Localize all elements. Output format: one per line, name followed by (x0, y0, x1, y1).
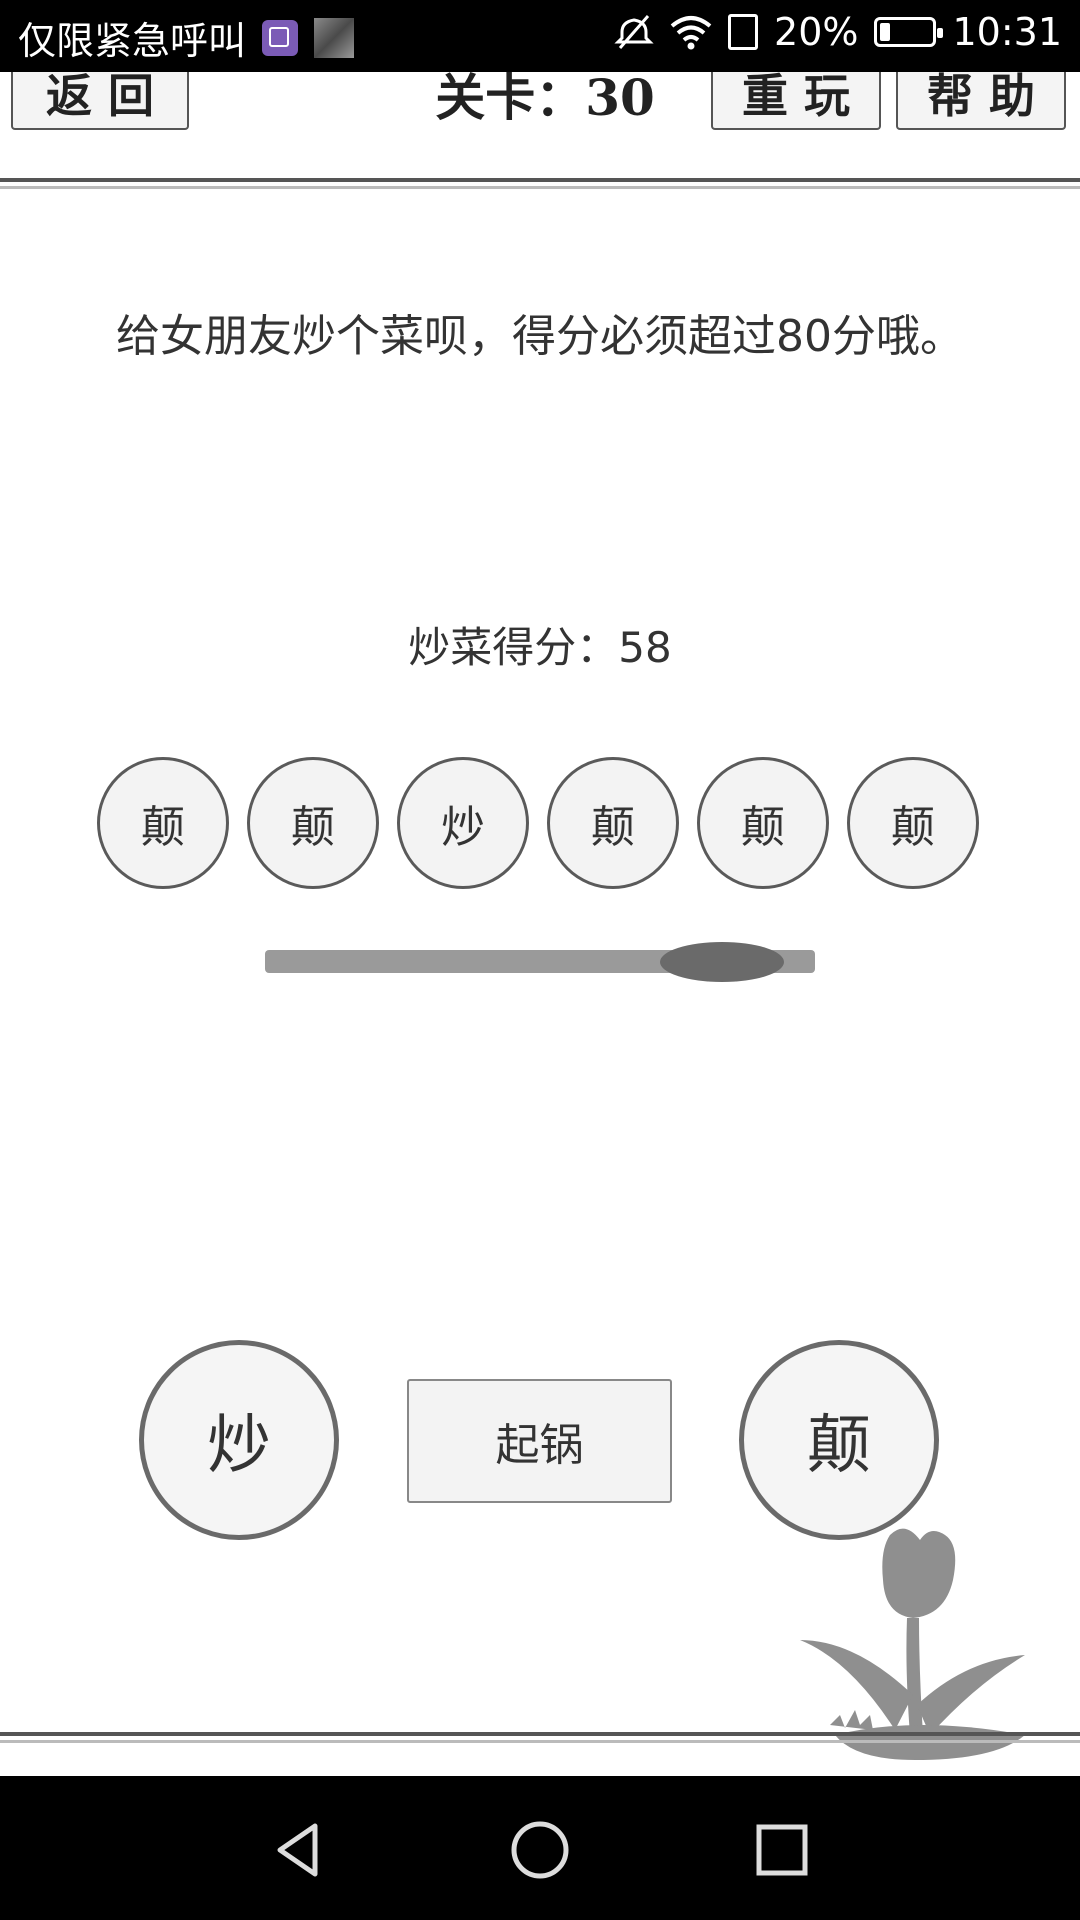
game-header: 返 回 关卡：30 重 玩 帮 助 (0, 72, 1080, 182)
header-divider-shadow (0, 186, 1080, 189)
heat-slider-thumb[interactable] (659, 942, 784, 982)
heat-slider-track (265, 942, 815, 982)
back-nav-icon[interactable] (270, 1820, 330, 1880)
action-sequence: 颠 颠 炒 颠 颠 颠 (97, 757, 983, 892)
gallery-notification-icon (262, 19, 299, 56)
replay-button[interactable]: 重 玩 (711, 72, 881, 130)
battery-percent: 20% (774, 10, 859, 54)
sequence-step: 颠 (697, 757, 829, 889)
sequence-step: 炒 (397, 757, 529, 889)
status-bar: 仅限紧急呼叫 20% 10:31 (0, 0, 1080, 72)
score-value: 58 (618, 623, 672, 672)
system-nav-bar (0, 1776, 1080, 1920)
recents-nav-icon[interactable] (752, 1820, 812, 1880)
sequence-step: 颠 (97, 757, 229, 889)
back-button[interactable]: 返 回 (11, 72, 189, 130)
footer-divider-shadow (0, 1740, 1080, 1743)
help-button[interactable]: 帮 助 (896, 72, 1066, 130)
tulip-icon (800, 1528, 1025, 1760)
sequence-step: 颠 (847, 757, 979, 889)
header-divider (0, 178, 1080, 182)
sequence-step: 颠 (247, 757, 379, 889)
battery-icon (874, 17, 944, 47)
battery-fill (880, 23, 891, 41)
sequence-step: 颠 (547, 757, 679, 889)
sim-card-icon (728, 14, 759, 50)
footer-divider (0, 1732, 1080, 1736)
status-left: 仅限紧急呼叫 (18, 10, 355, 65)
clock: 10:31 (952, 10, 1062, 54)
score-label: 炒菜得分： (408, 623, 619, 672)
flip-button[interactable]: 颠 (739, 1340, 939, 1540)
stir-button[interactable]: 炒 (139, 1340, 339, 1540)
level-prompt: 给女朋友炒个菜呗，得分必须超过80分哦。 (116, 311, 964, 362)
wifi-icon (670, 16, 712, 50)
cooking-score: 炒菜得分：58 (0, 614, 1080, 675)
carrier-text: 仅限紧急呼叫 (18, 19, 247, 63)
serve-button[interactable]: 起锅 (407, 1379, 672, 1503)
home-nav-icon[interactable] (510, 1820, 570, 1880)
level-title: 关卡：30 (435, 72, 655, 127)
photo-notification-icon (314, 17, 355, 58)
mute-icon (614, 15, 654, 49)
status-right: 20% 10:31 (614, 10, 1062, 54)
